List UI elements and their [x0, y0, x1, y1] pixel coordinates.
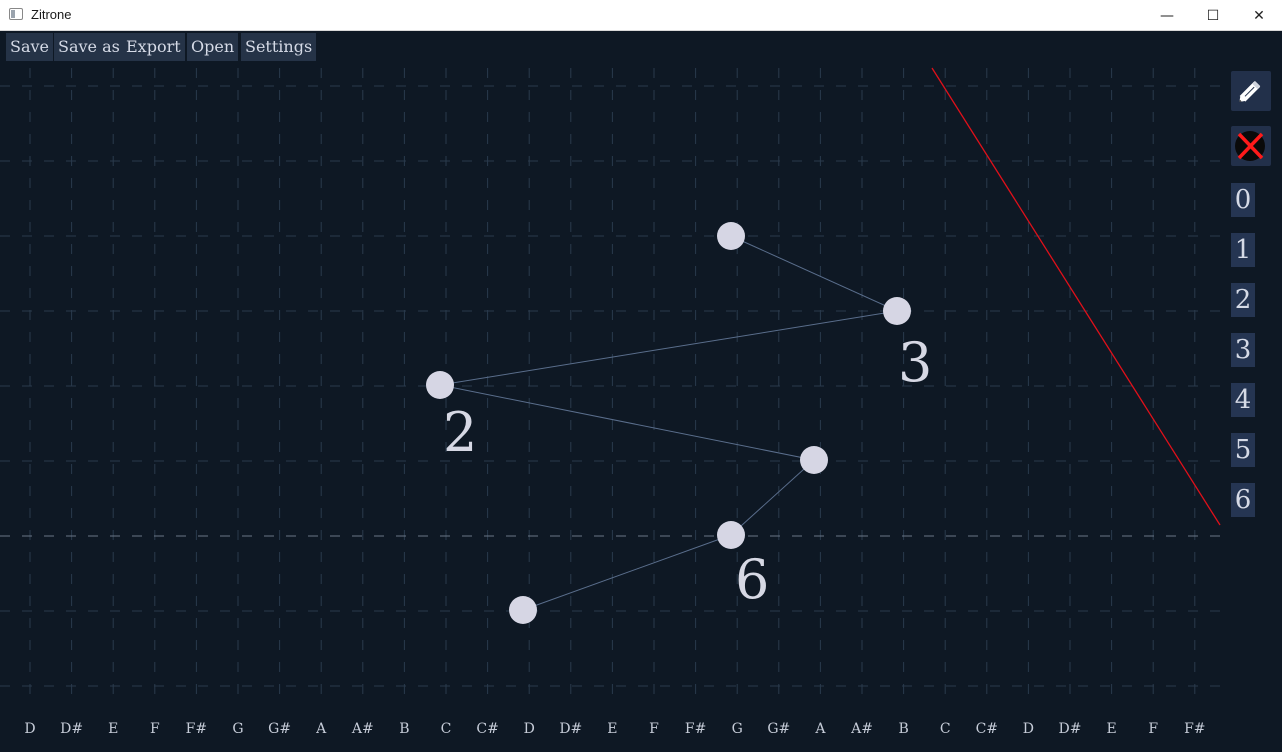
note-label: G — [232, 721, 244, 737]
close-window-button[interactable]: ✕ — [1236, 0, 1282, 31]
editor-canvas[interactable]: 3 2 6 — [0, 31, 1282, 752]
note-label: D# — [60, 721, 84, 737]
red-x-icon — [1235, 131, 1265, 161]
edge — [439, 310, 898, 386]
number-button-4[interactable]: 4 — [1231, 383, 1255, 417]
note-label: A — [316, 721, 327, 737]
open-button[interactable]: Open — [187, 33, 239, 61]
window-title: Zitrone — [31, 7, 72, 22]
note-label: B — [399, 721, 410, 737]
note-label: A# — [851, 721, 873, 737]
edge — [522, 534, 732, 611]
note-label: B — [898, 721, 909, 737]
node-label: 2 — [443, 401, 477, 464]
note-label: C# — [975, 721, 999, 737]
edge — [439, 384, 815, 461]
node-label: 3 — [898, 331, 932, 394]
note-label: C# — [476, 721, 499, 737]
save-button[interactable]: Save — [6, 33, 54, 61]
playhead-line — [931, 67, 1221, 526]
note-label: F# — [185, 721, 208, 737]
note-label: C — [939, 721, 951, 737]
number-button-5[interactable]: 5 — [1231, 433, 1255, 467]
number-button-3[interactable]: 3 — [1231, 333, 1255, 367]
window-titlebar: Zitrone — ☐ ✕ — [0, 0, 1282, 31]
note-label: E — [1106, 721, 1117, 737]
note-label: D — [1022, 721, 1035, 737]
note-label: E — [607, 721, 618, 737]
note-label: D# — [1058, 721, 1082, 737]
note-node[interactable] — [717, 222, 745, 250]
note-label: E — [108, 721, 119, 737]
note-label: G# — [767, 721, 791, 737]
settings-button[interactable]: Settings — [241, 33, 317, 61]
edges — [439, 235, 898, 611]
number-button-1[interactable]: 1 — [1231, 233, 1255, 267]
note-node[interactable] — [509, 596, 537, 624]
node-label: 6 — [735, 548, 769, 611]
maximize-button[interactable]: ☐ — [1190, 0, 1236, 31]
note-node[interactable] — [800, 446, 828, 474]
export-button[interactable]: Export — [122, 33, 185, 61]
save-as-button[interactable]: Save as — [54, 33, 124, 61]
note-grid — [0, 68, 1222, 700]
note-label: A — [815, 721, 826, 737]
note-node[interactable] — [717, 521, 745, 549]
note-label: A# — [351, 721, 374, 737]
note-label: G — [731, 721, 743, 737]
pencil-tool-button[interactable] — [1231, 71, 1271, 111]
number-button-0[interactable]: 0 — [1231, 183, 1255, 217]
note-label: F — [1148, 721, 1159, 737]
note-label: F — [149, 721, 160, 737]
note-label: D — [523, 721, 535, 737]
note-label: F — [649, 721, 659, 737]
note-node[interactable] — [883, 297, 911, 325]
app-icon — [9, 8, 23, 20]
note-label: D — [24, 721, 36, 737]
note-label: G# — [268, 721, 292, 737]
note-label: D# — [559, 721, 583, 737]
nodes[interactable] — [426, 222, 911, 624]
number-button-2[interactable]: 2 — [1231, 283, 1255, 317]
pencil-icon — [1239, 81, 1261, 102]
note-label: F# — [684, 721, 707, 737]
edge — [730, 235, 898, 312]
note-node[interactable] — [426, 371, 454, 399]
note-label: F# — [1184, 721, 1206, 737]
number-button-6[interactable]: 6 — [1231, 483, 1255, 517]
edge — [730, 459, 815, 536]
note-label: C — [440, 721, 452, 737]
delete-tool-button[interactable] — [1231, 126, 1271, 166]
minimize-button[interactable]: — — [1144, 0, 1190, 31]
